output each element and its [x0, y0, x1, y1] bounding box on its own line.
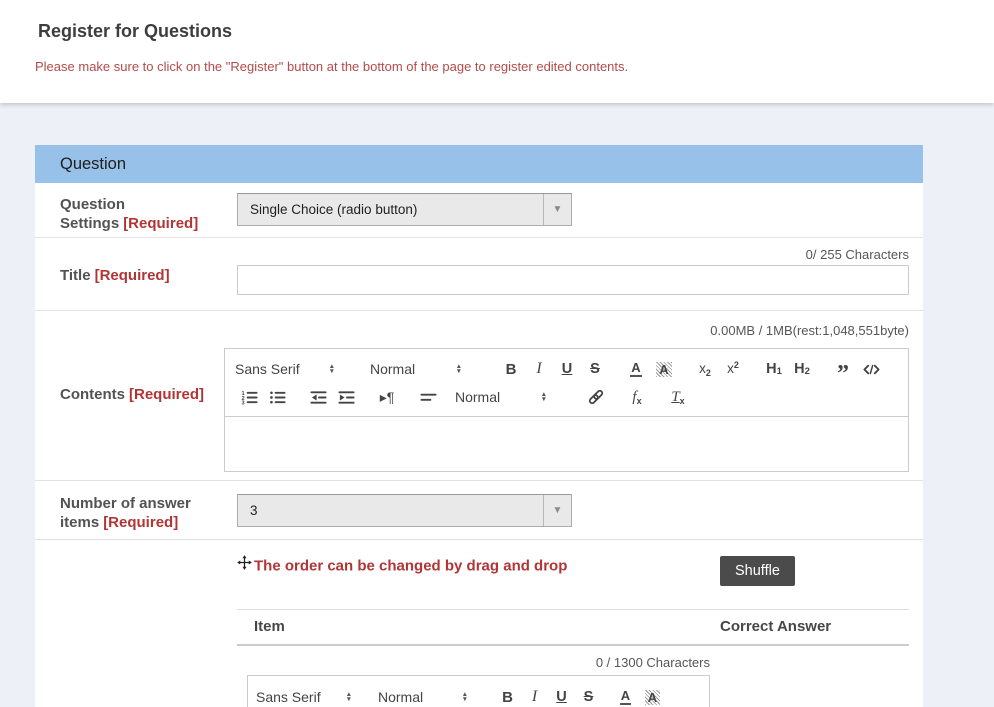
answer-count-select-value: 3 [238, 495, 543, 526]
drag-hint-row: The order can be changed by drag and dro… [237, 540, 909, 609]
required-badge: [Required] [95, 267, 170, 284]
correct-answer-column-header: Correct Answer [720, 610, 831, 644]
shuffle-button[interactable]: Shuffle [720, 556, 795, 586]
svg-text:3: 3 [241, 400, 244, 405]
toolbar-group: ▸¶ [373, 385, 401, 409]
answer-table-header: Item Correct Answer [237, 609, 909, 646]
underline-icon[interactable]: U [553, 357, 581, 381]
contents-size-counter: 0.00MB / 1MB(rest:1,048,551byte) [224, 311, 909, 341]
strike-icon[interactable]: S [581, 357, 609, 381]
toolbar-group: Normal▲▼ [378, 689, 484, 705]
section-title: Question [60, 155, 126, 174]
contents-row: Contents[Required] 0.00MB / 1MB(rest:1,0… [35, 311, 923, 481]
toolbar-group: x2x2 [691, 357, 747, 381]
link-icon[interactable] [582, 385, 610, 409]
direction-icon[interactable]: ▸¶ [373, 385, 401, 409]
answer-items-label-spacer [35, 540, 237, 707]
toolbar-group: AA [612, 686, 666, 707]
toolbar-group: Normal▲▼ [455, 389, 569, 405]
bg-color-icon[interactable]: A [650, 357, 678, 381]
updown-arrows-icon: ▲▼ [456, 364, 462, 375]
answer-count-row: Number of answer items[Required] 3 ▼ [35, 481, 923, 540]
toolbar-group [304, 385, 360, 409]
indent-icon[interactable] [332, 385, 360, 409]
title-char-counter: 0/ 255 Characters [237, 238, 909, 263]
title-label: Title[Required] [35, 238, 237, 310]
toolbar-group [582, 385, 610, 409]
subscript-icon[interactable]: x2 [691, 357, 719, 381]
move-icon[interactable] [237, 555, 252, 575]
question-form-card: Question Question Settings[Required] Sin… [35, 145, 923, 707]
clear-format-icon[interactable]: Tx [664, 385, 692, 409]
italic-icon[interactable]: I [525, 357, 553, 381]
top-header-bar: Register for Questions Please make sure … [0, 0, 994, 103]
updown-arrows-icon: ▲▼ [329, 364, 335, 375]
list-bullet-icon[interactable] [263, 385, 291, 409]
italic-icon[interactable]: I [521, 686, 548, 707]
toolbar-group: BIUS [497, 357, 609, 381]
register-notice-text: Please make sure to click on the "Regist… [35, 59, 628, 74]
chevron-down-icon: ▼ [543, 495, 571, 526]
toolbar-group: AA [622, 357, 678, 381]
page-title: Register for Questions [38, 21, 232, 42]
answer-count-label: Number of answer items[Required] [35, 481, 237, 539]
toolbar-group: Tx [664, 385, 692, 409]
contents-editor-toolbar: Sans Serif▲▼Normal▲▼BIUSAAx2x2H1H2” 123▸… [225, 349, 908, 417]
toolbar-group: Sans Serif▲▼ [256, 689, 368, 705]
updown-arrows-icon: ▲▼ [462, 692, 468, 703]
updown-arrows-icon: ▲▼ [346, 692, 352, 703]
text-color-icon[interactable]: A [612, 686, 639, 707]
required-badge: [Required] [129, 386, 204, 403]
formula-icon[interactable]: fx [623, 385, 651, 409]
outdent-icon[interactable] [304, 385, 332, 409]
item-column-header: Item [254, 610, 285, 644]
toolbar-group: H1H2 [760, 357, 816, 381]
bg-color-icon[interactable]: A [639, 686, 666, 707]
question-type-select[interactable]: Single Choice (radio button) ▼ [237, 193, 572, 226]
required-badge: [Required] [103, 514, 178, 531]
section-header: Question [35, 145, 923, 183]
lineheight-select[interactable]: Normal▲▼ [455, 389, 547, 405]
toolbar-group [414, 385, 442, 409]
question-type-select-value: Single Choice (radio button) [238, 194, 543, 225]
updown-arrows-icon: ▲▼ [541, 392, 547, 403]
answer-items-block: The order can be changed by drag and dro… [35, 540, 923, 707]
font-select[interactable]: Sans Serif▲▼ [256, 689, 352, 705]
chevron-down-icon: ▼ [543, 194, 571, 225]
align-icon[interactable] [414, 385, 442, 409]
contents-editor-area[interactable] [225, 417, 908, 471]
style-select[interactable]: Normal▲▼ [378, 689, 468, 705]
contents-label: Contents[Required] [35, 311, 224, 480]
bold-icon[interactable]: B [494, 686, 521, 707]
toolbar-group: fx [623, 385, 651, 409]
required-badge: [Required] [123, 215, 198, 232]
style-select[interactable]: Normal▲▼ [370, 361, 462, 377]
text-color-icon[interactable]: A [622, 357, 650, 381]
contents-editor: Sans Serif▲▼Normal▲▼BIUSAAx2x2H1H2” 123▸… [224, 348, 909, 472]
answer-count-select[interactable]: 3 ▼ [237, 494, 572, 527]
toolbar-group: Sans Serif▲▼ [235, 361, 357, 377]
blockquote-icon[interactable]: ” [829, 357, 857, 381]
header-2-icon[interactable]: H2 [788, 357, 816, 381]
title-input[interactable] [237, 265, 909, 295]
bold-icon[interactable]: B [497, 357, 525, 381]
superscript-icon[interactable]: x2 [719, 357, 747, 381]
question-settings-row: Question Settings[Required] Single Choic… [35, 183, 923, 238]
header-1-icon[interactable]: H1 [760, 357, 788, 381]
toolbar-group: BIUS [494, 686, 602, 707]
underline-icon[interactable]: U [548, 686, 575, 707]
item-char-counter: 0 / 1300 Characters [237, 646, 710, 675]
font-select[interactable]: Sans Serif▲▼ [235, 361, 335, 377]
code-block-icon[interactable] [857, 357, 885, 381]
toolbar-group: 123 [235, 385, 291, 409]
toolbar-group: ” [829, 357, 885, 381]
question-settings-label: Question Settings[Required] [35, 183, 237, 237]
list-ordered-icon[interactable]: 123 [235, 385, 263, 409]
drag-hint-text: The order can be changed by drag and dro… [254, 558, 567, 575]
item-editor-toolbar: Sans Serif▲▼Normal▲▼BIUSAA x2x2H1H2”123▸… [248, 676, 709, 707]
toolbar-group: Normal▲▼ [370, 361, 484, 377]
title-row: Title[Required] 0/ 255 Characters [35, 238, 923, 311]
item-editor: Sans Serif▲▼Normal▲▼BIUSAA x2x2H1H2”123▸… [247, 675, 710, 707]
strike-icon[interactable]: S [575, 686, 602, 707]
